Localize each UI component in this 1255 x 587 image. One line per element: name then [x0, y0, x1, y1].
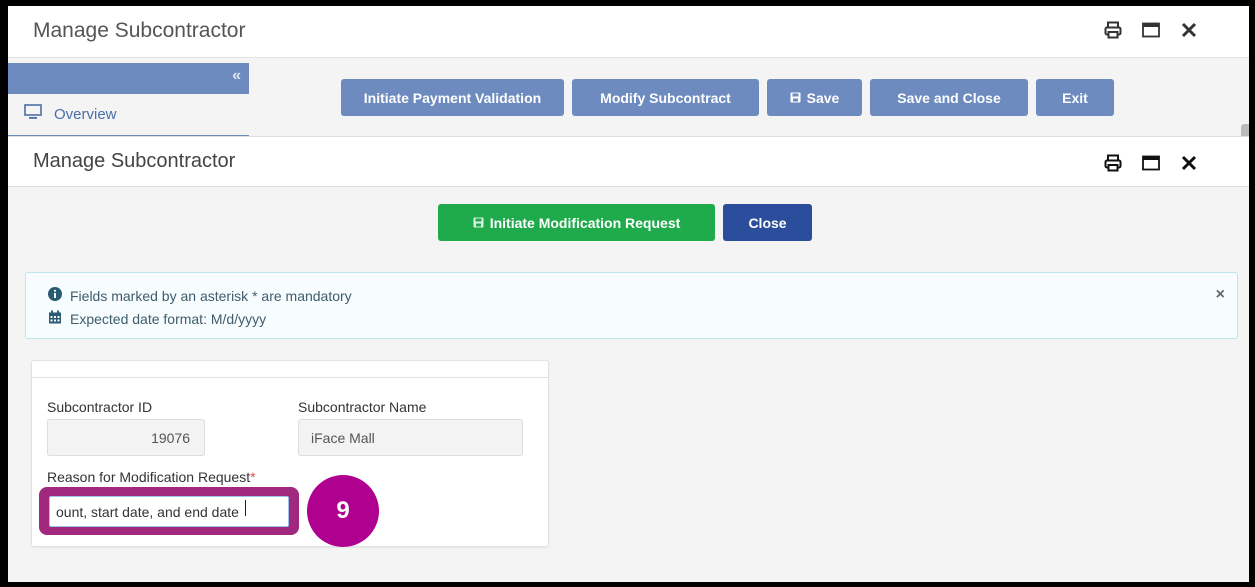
button-label: Modify Subcontract — [600, 89, 731, 106]
outer-window-body: « Overview Initiate Payment Validation M… — [8, 59, 1249, 139]
annotation-highlight: ount, start date, and end date — [39, 487, 299, 535]
save-icon — [790, 90, 801, 106]
sidebar-item-overview[interactable]: Overview — [8, 94, 249, 134]
outer-window-title: Manage Subcontractor — [33, 19, 246, 42]
modal-title: Manage Subcontractor — [33, 150, 236, 172]
print-icon[interactable] — [1103, 20, 1123, 40]
button-label: Close — [748, 214, 787, 231]
app-frame: Manage Subcontractor « Overview Initiate… — [8, 6, 1249, 582]
close-button[interactable]: Close — [723, 204, 812, 241]
subcontractor-id-label: Subcontractor ID — [47, 399, 153, 415]
reason-input-value: ount, start date, and end date — [56, 503, 239, 520]
button-label: Save — [806, 89, 840, 106]
subcontractor-id-field: 19076 — [47, 419, 205, 456]
scrollbar-thumb[interactable] — [1241, 124, 1249, 136]
text-cursor — [245, 500, 246, 516]
print-icon[interactable] — [1103, 153, 1123, 173]
reason-for-modification-input[interactable]: ount, start date, and end date — [49, 496, 289, 527]
exit-button[interactable]: Exit — [1036, 79, 1114, 116]
calendar-icon — [48, 310, 62, 327]
collapse-sidebar-icon[interactable]: « — [232, 67, 241, 85]
save-button[interactable]: Save — [767, 79, 862, 116]
button-label: Initiate Payment Validation — [363, 89, 542, 106]
subcontractor-name-field: iFace Mall — [298, 419, 523, 456]
sidebar-item-label: Overview — [54, 105, 117, 123]
initiate-payment-validation-button[interactable]: Initiate Payment Validation — [341, 79, 564, 116]
save-icon — [473, 215, 484, 231]
alert-close-icon[interactable]: × — [1216, 286, 1225, 304]
modal-window-controls — [1103, 153, 1199, 173]
button-label: Exit — [1062, 89, 1088, 106]
alert-text: Fields marked by an asterisk * are manda… — [70, 287, 352, 304]
monitor-icon — [24, 104, 42, 124]
close-icon[interactable] — [1179, 153, 1199, 173]
modal-header: Manage Subcontractor — [8, 137, 1249, 187]
sidebar-collapse-bar: « — [8, 63, 249, 94]
modal-actions: Initiate Modification Request Close — [438, 204, 812, 241]
maximize-icon[interactable] — [1141, 20, 1161, 40]
required-asterisk: * — [250, 469, 256, 485]
outer-window-controls — [1103, 20, 1199, 40]
info-icon — [48, 287, 62, 304]
alert-line-date-format: Expected date format: M/d/yyyy — [48, 310, 266, 327]
modify-subcontract-button[interactable]: Modify Subcontract — [572, 79, 759, 116]
subcontractor-form-card: Subcontractor ID 19076 Subcontractor Nam… — [31, 360, 549, 547]
maximize-icon[interactable] — [1141, 153, 1161, 173]
reason-label-text: Reason for Modification Request — [47, 469, 251, 485]
button-label: Save and Close — [897, 89, 1001, 106]
close-icon[interactable] — [1179, 20, 1199, 40]
initiate-modification-request-button[interactable]: Initiate Modification Request — [438, 204, 715, 241]
alert-text: Expected date format: M/d/yyyy — [70, 310, 267, 327]
subcontractor-name-label: Subcontractor Name — [298, 399, 427, 415]
step-number-badge: 9 — [307, 475, 379, 547]
save-and-close-button[interactable]: Save and Close — [870, 79, 1028, 116]
manage-subcontractor-modal: Manage Subcontractor Initiate Modificati… — [8, 136, 1249, 582]
alert-line-mandatory: Fields marked by an asterisk * are manda… — [48, 287, 352, 304]
button-label: Initiate Modification Request — [489, 214, 681, 231]
card-header — [32, 361, 548, 378]
info-alert: Fields marked by an asterisk * are manda… — [25, 272, 1238, 339]
outer-window-header: Manage Subcontractor — [8, 6, 1249, 58]
reason-label: Reason for Modification Request* — [47, 469, 256, 485]
outer-toolbar: Initiate Payment Validation Modify Subco… — [341, 79, 1114, 116]
